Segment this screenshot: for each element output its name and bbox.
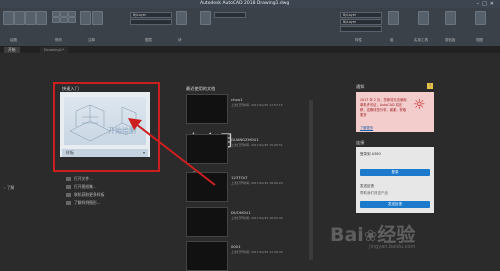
title-bar: Autodesk AutoCAD 2018 Drawing1.dwg –□✕: [0, 0, 500, 8]
view-button[interactable]: [475, 11, 486, 25]
ribbon-group-label: 图层: [145, 38, 152, 42]
recent-docs-scrollbar[interactable]: [309, 100, 313, 260]
ribbon-group-label: 剪贴板: [445, 38, 456, 42]
layer-state-dropdown[interactable]: [130, 19, 172, 25]
group-button[interactable]: [388, 11, 399, 25]
watermark-brand-2: 经验: [377, 224, 416, 246]
notification-badge: !: [427, 83, 433, 89]
match-properties-button[interactable]: [200, 11, 211, 25]
recent-doc-meta: 上次打开时间: 2017/10/25 18:06:24: [231, 181, 283, 185]
polyline-tool-button[interactable]: [14, 11, 25, 25]
linetype-dropdown[interactable]: ByLayer: [340, 12, 382, 18]
lightbulb-icon: ☼: [413, 97, 426, 113]
ribbon-group-label: 修改: [55, 38, 62, 42]
copy-tool-button[interactable]: [52, 17, 60, 23]
ribbon-group-label: 绘图: [10, 38, 17, 42]
folder-icon: [66, 177, 71, 181]
ribbon-group-label: 视图: [476, 38, 483, 42]
notification-card[interactable]: 2017 年 2 月，您即将无法使用单机许可证，AutoCAD 将迁移，这期待您…: [356, 92, 434, 132]
insert-block-button[interactable]: [176, 11, 187, 25]
recent-doc-meta: 上次打开时间: 2017/10/25 17:57:15: [231, 103, 283, 107]
baidu-watermark: Bai❀经验 jingyan.baidu.com: [330, 220, 415, 250]
recent-doc-item[interactable]: 0001 上次打开时间: 2017/10/25 11:49:33: [186, 241, 304, 271]
color-dropdown[interactable]: [214, 12, 246, 18]
recent-doc-name: 123TOLT: [231, 175, 248, 180]
maximize-icon[interactable]: □: [482, 1, 490, 7]
recent-doc-name: GUANGZHOU1: [231, 137, 259, 142]
notification-message: 2017 年 2 月，您即将无法使用单机许可证，AutoCAD 将迁移，这期待您…: [360, 98, 407, 117]
feedback-subtext: 帮助我们改进产品: [360, 191, 388, 195]
arc-tool-button[interactable]: [36, 11, 47, 25]
get-templates-link[interactable]: 联机获取更多样板: [66, 192, 104, 198]
layer-dropdown[interactable]: ByLayer: [130, 12, 172, 18]
window-title: Autodesk AutoCAD 2018 Drawing1.dwg: [200, 1, 290, 6]
recent-doc-name: chou1: [231, 97, 243, 102]
ribbon-group-label: 特性: [355, 38, 362, 42]
fillet-tool-button[interactable]: [68, 17, 76, 23]
paw-icon: ❀: [363, 226, 378, 245]
close-icon[interactable]: ✕: [490, 1, 497, 7]
recent-doc-name: 0001: [231, 244, 241, 249]
learn-more-link[interactable]: 了解更多: [360, 125, 373, 130]
template-icon: [66, 193, 71, 197]
lineweight-dropdown[interactable]: ByLayer: [340, 19, 382, 25]
signin-text: 登录到 A360: [360, 152, 381, 156]
open-files-link[interactable]: 打开文件...: [66, 176, 93, 182]
sheet-set-icon: [66, 185, 71, 189]
open-sheet-set-link[interactable]: 打开图纸集...: [66, 184, 97, 190]
feedback-button[interactable]: 发送反馈: [360, 201, 430, 208]
red-arrow-annotation: [128, 118, 216, 186]
feedback-text: 发送反馈: [360, 184, 374, 188]
sample-icon: [66, 201, 71, 205]
mirror-tool-button[interactable]: [60, 17, 68, 23]
watermark-brand: Bai: [330, 224, 364, 246]
sample-drawings-link[interactable]: 了解样例图形...: [66, 200, 100, 206]
text-tool-button[interactable]: [80, 11, 91, 25]
ribbon: ByLayer ByLayer ByLayer 绘图 修改 注释 图层 块 特性…: [0, 8, 500, 47]
dimension-tool-button[interactable]: [92, 11, 103, 25]
recent-doc-meta: 上次打开时间: 2017/10/25 15:05:51: [231, 143, 283, 147]
recent-docs-header: 最近使用的文档: [186, 86, 216, 91]
recent-doc-item[interactable]: DUOHOU1 上次打开时间: 2017/10/25 16:55:34: [186, 207, 304, 239]
connect-header: 连接: [356, 140, 365, 145]
recent-doc-name: DUOHOU1: [231, 210, 251, 215]
recent-doc-meta: 上次打开时间: 2017/10/25 16:55:34: [231, 216, 283, 220]
line-tool-button[interactable]: [3, 11, 14, 25]
ribbon-group-label: 组: [390, 38, 394, 42]
ribbon-group-label: 注释: [88, 38, 95, 42]
ribbon-group-label: 实用工具: [414, 38, 428, 42]
drawing-thumbnail: [186, 241, 228, 271]
drawing-thumbnail: [186, 207, 228, 237]
document-tab-bar: 开始 Drawing1*: [0, 46, 500, 53]
measure-button[interactable]: [418, 11, 429, 25]
learn-tab[interactable]: ‹ 了解: [4, 185, 14, 191]
circle-tool-button[interactable]: [25, 11, 36, 25]
transparency-dropdown[interactable]: [340, 26, 382, 32]
paste-button[interactable]: [445, 11, 456, 25]
notifications-header: 通知: [356, 84, 365, 89]
ribbon-group-label: 块: [178, 38, 182, 42]
recent-doc-meta: 上次打开时间: 2017/10/25 11:49:33: [231, 250, 283, 254]
window-controls[interactable]: –□✕: [477, 1, 497, 7]
connect-card: 登录到 A360 登录 发送反馈 帮助我们改进产品 发送反馈: [356, 147, 434, 213]
signin-button[interactable]: 登录: [360, 169, 430, 176]
